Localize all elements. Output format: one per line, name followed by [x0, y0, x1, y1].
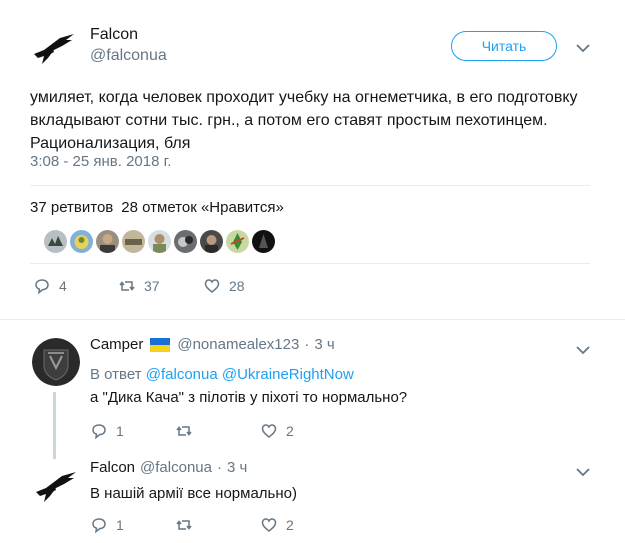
tweet-timestamp[interactable]: 3:08 - 25 янв. 2018 г. — [30, 153, 171, 170]
reply-text: В нашій армії все нормально) — [90, 485, 297, 502]
separator-dot: · — [216, 459, 222, 476]
ukraine-flag-icon — [150, 337, 171, 352]
reply-count: 4 — [59, 278, 67, 294]
reply-author-name[interactable]: Camper — [90, 336, 143, 353]
retweet-icon — [119, 281, 135, 291]
retweets-stat[interactable]: 37 ретвитов — [30, 199, 113, 216]
reply-author-name[interactable]: Falcon — [90, 459, 135, 476]
liker-avatar[interactable] — [226, 230, 249, 253]
tweet-text: умиляет, когда человек проходит учебку н… — [30, 89, 578, 152]
reply-author-handle[interactable]: @falconua — [140, 459, 212, 476]
divider — [30, 263, 590, 264]
liker-avatar[interactable] — [70, 230, 93, 253]
likes-stat[interactable]: 28 отметок «Нравится» — [121, 199, 284, 216]
liker-avatar[interactable] — [96, 230, 119, 253]
mention-link[interactable]: @falconua — [146, 366, 218, 383]
liker-avatar[interactable] — [174, 230, 197, 253]
likes-count: 28 — [121, 199, 138, 216]
falcon-bird-icon — [34, 34, 74, 64]
follow-button[interactable]: Читать — [451, 31, 557, 61]
author-name[interactable]: Falcon — [90, 26, 138, 44]
liker-avatar[interactable] — [252, 230, 275, 253]
like-count: 2 — [286, 423, 294, 439]
reply-icon — [92, 424, 106, 440]
retweet-count: 37 — [144, 278, 160, 294]
reply-author-handle[interactable]: @nonamealex123 — [177, 336, 299, 353]
reply-avatar[interactable] — [32, 462, 80, 510]
chevron-down-icon[interactable] — [576, 40, 590, 53]
reply-icon — [35, 279, 49, 295]
heart-icon — [261, 424, 277, 438]
reply-action[interactable]: 1 — [90, 516, 124, 534]
like-action[interactable]: 28 — [203, 277, 245, 295]
chevron-down-icon[interactable] — [576, 342, 590, 355]
retweet-action[interactable] — [175, 422, 201, 440]
divider — [0, 319, 625, 320]
in-reply-prefix: В ответ — [90, 366, 142, 383]
reply-header: Camper @nonamealex123 · 3 ч — [90, 336, 335, 353]
falcon-bird-icon — [36, 472, 76, 502]
avatar[interactable] — [30, 24, 78, 72]
retweet-action[interactable]: 37 — [118, 277, 160, 295]
author-handle[interactable]: @falconua — [90, 47, 167, 65]
liker-avatar[interactable] — [44, 230, 67, 253]
like-count: 28 — [229, 278, 245, 294]
retweet-action[interactable] — [175, 516, 201, 534]
like-action[interactable]: 2 — [260, 516, 294, 534]
liker-avatar[interactable] — [122, 230, 145, 253]
tweet-stats: 37 ретвитов 28 отметок «Нравится» — [30, 199, 284, 216]
like-action[interactable]: 2 — [260, 422, 294, 440]
heart-icon — [261, 518, 277, 532]
in-reply-to: В ответ @falconua @UkraineRightNow — [90, 366, 354, 383]
retweets-count: 37 — [30, 199, 47, 216]
reply-avatar[interactable] — [32, 338, 80, 386]
reply-time[interactable]: 3 ч — [314, 336, 334, 353]
likes-label: отметок «Нравится» — [142, 199, 284, 216]
likers-avatar-row — [44, 230, 275, 253]
reply-action[interactable]: 4 — [33, 277, 67, 295]
like-count: 2 — [286, 517, 294, 533]
heart-icon — [204, 279, 220, 293]
reply-count: 1 — [116, 423, 124, 439]
mention-link[interactable]: @UkraineRightNow — [222, 366, 354, 383]
retweet-icon — [176, 426, 192, 436]
liker-avatar[interactable] — [200, 230, 223, 253]
separator-dot: · — [304, 336, 310, 353]
reply-action[interactable]: 1 — [90, 422, 124, 440]
liker-avatar[interactable] — [148, 230, 171, 253]
retweet-icon — [176, 520, 192, 530]
thread-connector — [53, 392, 56, 459]
reply-count: 1 — [116, 517, 124, 533]
reply-time[interactable]: 3 ч — [227, 459, 247, 476]
reply-text: а "Дика Кача" з пілотів у піхоті то норм… — [90, 389, 408, 406]
retweets-label: ретвитов — [50, 199, 114, 216]
divider — [30, 185, 590, 186]
reply-header: Falcon @falconua · 3 ч — [90, 459, 247, 476]
reply-icon — [92, 518, 106, 534]
chevron-down-icon[interactable] — [576, 464, 590, 477]
